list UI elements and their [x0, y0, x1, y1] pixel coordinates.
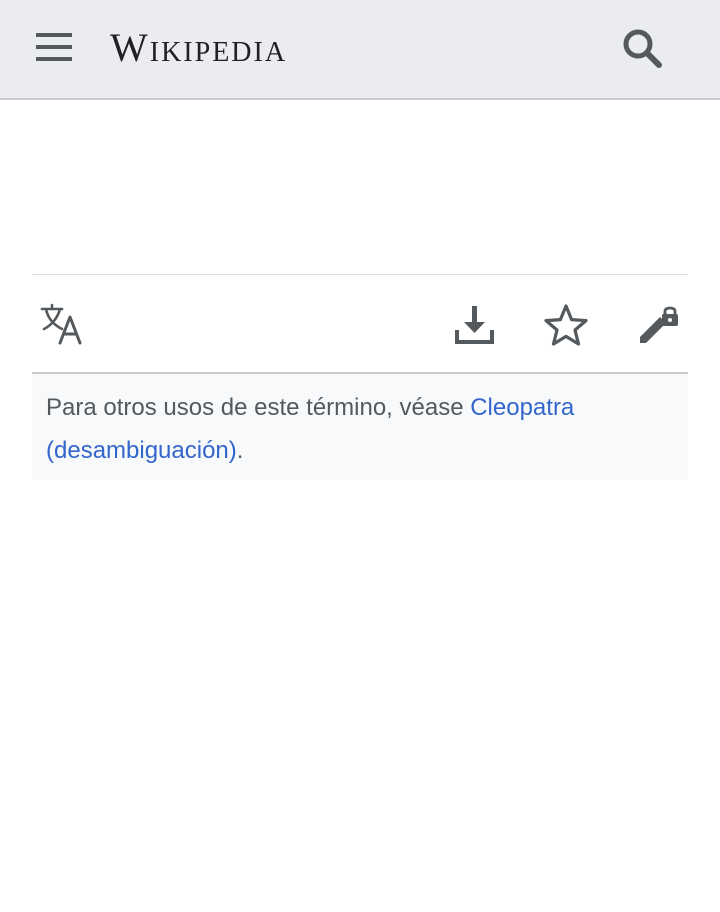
page-actions-bar [32, 274, 688, 374]
search-icon [623, 29, 662, 68]
main-menu-button[interactable] [28, 26, 80, 68]
star-icon [544, 304, 588, 346]
hatnote-suffix: . [236, 437, 244, 464]
disambiguation-hatnote: Para otros usos de este término, véase C… [32, 374, 688, 480]
edit-protected-button[interactable] [636, 301, 684, 349]
language-button[interactable] [38, 301, 86, 349]
search-button[interactable] [618, 24, 666, 72]
site-header: Wikipedia [0, 0, 720, 100]
edit-protected-icon [640, 306, 678, 343]
download-icon [455, 306, 494, 344]
watch-star-button[interactable] [542, 301, 590, 349]
hamburger-menu-icon [36, 33, 72, 61]
hatnote-text: Para otros usos de este término, véase [46, 394, 471, 421]
language-icon [40, 303, 82, 345]
wikipedia-logo[interactable]: Wikipedia [110, 24, 287, 72]
download-button[interactable] [450, 301, 498, 349]
